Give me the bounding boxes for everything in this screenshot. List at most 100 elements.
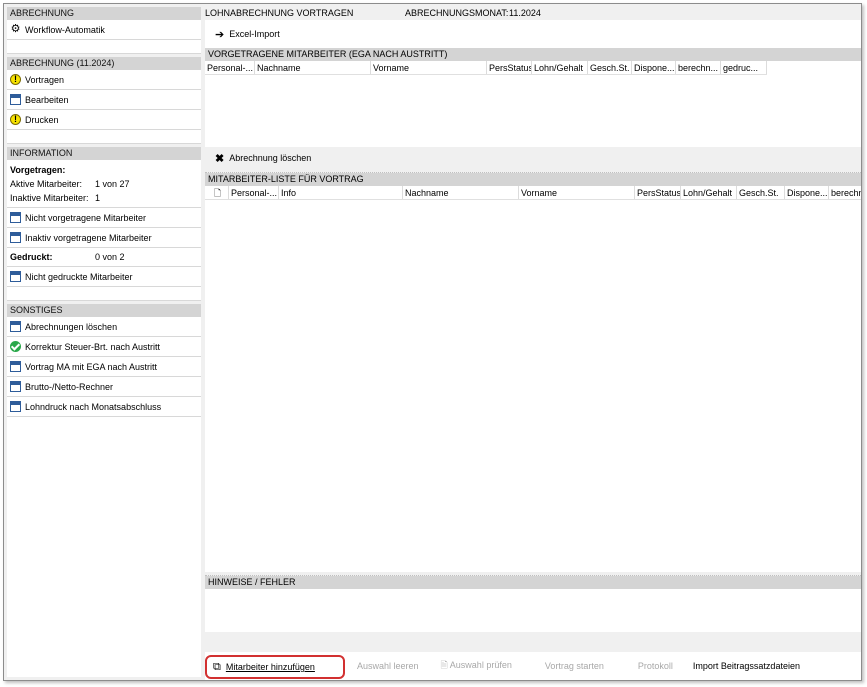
left-sidebar: ABRECHNUNG ⚙ Workflow-Automatik ABRECHNU… (7, 7, 201, 677)
inaktiv-vorgetragene-item[interactable]: Inaktiv vorgetragene Mitarbeiter (7, 228, 201, 248)
grid1-col-personal[interactable]: Personal-... (205, 61, 255, 74)
aktive-mitarbeiter-label: Aktive Mitarbeiter: (10, 179, 83, 189)
auswahl-pruefen-button[interactable]: 🗎 Auswahl prüfen (441, 658, 512, 674)
hinweise-panel (205, 589, 861, 632)
file-icon[interactable]: 🗋 (205, 186, 229, 199)
section-header-abrechnung-month: ABRECHNUNG (11.2024) (7, 57, 201, 70)
drucken-item[interactable]: Drucken (7, 110, 201, 130)
excel-toolbar: ➔ Excel-Import (205, 20, 861, 48)
aktive-mitarbeiter-row: Aktive Mitarbeiter: 1 von 27 (10, 177, 198, 191)
brutto-netto-label: Brutto-/Netto-Rechner (25, 381, 114, 392)
grid1-header: VORGETRAGENE MITARBEITER (EGA NACH AUSTR… (205, 48, 861, 61)
application-window: ABRECHNUNG ⚙ Workflow-Automatik ABRECHNU… (3, 3, 862, 681)
sidebar-spacer (7, 40, 201, 54)
grid2-col-geschst[interactable]: Gesch.St. (737, 186, 785, 199)
grid1-col-gedruc[interactable]: gedruc... (721, 61, 767, 74)
gedruckt-box: Gedruckt: 0 von 2 (7, 248, 201, 267)
vortragen-item[interactable]: Vortragen (7, 70, 201, 90)
month-value: 11.2024 (509, 8, 541, 18)
sidebar-spacer (7, 130, 201, 144)
grid1-col-dispone[interactable]: Dispone... (632, 61, 676, 74)
lohndruck-item[interactable]: Lohndruck nach Monatsabschluss (7, 397, 201, 417)
warning-icon (10, 74, 21, 85)
vortragen-label: Vortragen (25, 74, 65, 85)
information-box: Vorgetragen: Aktive Mitarbeiter: 1 von 2… (7, 160, 201, 208)
grid1-col-lohn[interactable]: Lohn/Gehalt (532, 61, 588, 74)
section-header-abrechnung: ABRECHNUNG (7, 7, 201, 20)
vortrag-ma-item[interactable]: Vortrag MA mit EGA nach Austritt (7, 357, 201, 377)
inaktive-mitarbeiter-value: 1 (95, 193, 101, 203)
bottom-toolbar: ⧉ Mitarbeiter hinzufügen Auswahl leeren … (205, 652, 861, 680)
section-header-sonstiges: SONSTIGES (7, 304, 201, 317)
grid2-col-dispone[interactable]: Dispone... (785, 186, 829, 199)
workflow-automatik-item[interactable]: ⚙ Workflow-Automatik (7, 20, 201, 40)
auswahl-pruefen-label: Auswahl prüfen (449, 660, 512, 670)
excel-import-label: Excel-Import (229, 29, 280, 39)
grid1-panel: Personal-... Nachname Vorname PersStatus… (205, 61, 861, 147)
lohndruck-label: Lohndruck nach Monatsabschluss (25, 401, 162, 412)
nicht-gedruckte-item[interactable]: Nicht gedruckte Mitarbeiter (7, 267, 201, 287)
close-icon: ✖ (215, 152, 225, 165)
gedruckt-row: Gedruckt: 0 von 2 (10, 250, 198, 264)
import-beitragssatzdateien-button[interactable]: Import Beitragssatzdateien (693, 661, 800, 671)
bearbeiten-item[interactable]: Bearbeiten (7, 90, 201, 110)
drucken-label: Drucken (25, 114, 59, 125)
page-title-bar: LOHNABRECHNUNG VORTRAGEN ABRECHNUNGSMONA… (205, 7, 861, 20)
korrektur-label: Korrektur Steuer-Brt. nach Austritt (25, 341, 161, 352)
inaktive-mitarbeiter-label: Inaktive Mitarbeiter: (10, 193, 89, 203)
aktive-mitarbeiter-value: 1 von 27 (95, 179, 130, 189)
abrechnungen-loeschen-item[interactable]: Abrechnungen löschen (7, 317, 201, 337)
check-document-icon: 🗎 (440, 660, 450, 670)
protokoll-button[interactable]: Protokoll (638, 661, 673, 671)
gedruckt-label: Gedruckt: (10, 252, 53, 262)
grid2-header: MITARBEITER-LISTE FÜR VORTRAG (205, 173, 861, 186)
arrow-right-icon: ➔ (215, 28, 225, 41)
workflow-automatik-label: Workflow-Automatik (25, 24, 105, 35)
inaktive-mitarbeiter-row: Inaktive Mitarbeiter: 1 (10, 191, 198, 205)
mitarbeiter-hinzufuegen-label: Mitarbeiter hinzufügen (225, 662, 315, 672)
korrektur-item[interactable]: Korrektur Steuer-Brt. nach Austritt (7, 337, 201, 357)
window-icon (10, 321, 21, 332)
brutto-netto-item[interactable]: Brutto-/Netto-Rechner (7, 377, 201, 397)
grid2-col-nachname[interactable]: Nachname (403, 186, 519, 199)
section-header-information: INFORMATION (7, 147, 201, 160)
hinweise-header: HINWEISE / FEHLER (205, 576, 861, 589)
month-label: ABRECHNUNGSMONAT: (405, 8, 509, 18)
grid2-column-headers: 🗋 Personal-... Info Nachname Vorname Per… (205, 186, 861, 200)
grid2-panel: 🗋 Personal-... Info Nachname Vorname Per… (205, 186, 861, 572)
window-icon (10, 381, 21, 392)
grid2-col-persstatus[interactable]: PersStatus (635, 186, 681, 199)
window-icon (10, 271, 21, 282)
abrechnungen-loeschen-label: Abrechnungen löschen (25, 321, 118, 332)
vorgetragen-label: Vorgetragen: (10, 165, 66, 175)
mitarbeiter-hinzufuegen-button[interactable]: ⧉ Mitarbeiter hinzufügen (205, 655, 345, 679)
grid1-col-vorname[interactable]: Vorname (371, 61, 487, 74)
excel-import-button[interactable]: ➔ Excel-Import (215, 28, 280, 41)
nicht-gedruckte-label: Nicht gedruckte Mitarbeiter (25, 271, 133, 282)
window-icon (10, 361, 21, 372)
grid1-toolbar: ✖ Abrechnung löschen (205, 147, 861, 169)
auswahl-leeren-button[interactable]: Auswahl leeren (357, 661, 419, 671)
warning-icon (10, 114, 21, 125)
grid2-col-lohn[interactable]: Lohn/Gehalt (681, 186, 737, 199)
grid1-col-berechn[interactable]: berechn... (676, 61, 721, 74)
check-circle-icon (10, 341, 21, 352)
window-icon (10, 94, 21, 105)
nicht-vorgetragene-label: Nicht vorgetragene Mitarbeiter (25, 212, 147, 223)
grid2-col-berechn[interactable]: berechn (829, 186, 861, 199)
sidebar-spacer (7, 287, 201, 301)
window-icon (10, 232, 21, 243)
abrechnung-loeschen-button[interactable]: ✖ Abrechnung löschen (215, 152, 311, 165)
grid2-col-personal[interactable]: Personal-... (229, 186, 279, 199)
grid1-col-persstatus[interactable]: PersStatus (487, 61, 532, 74)
vortrag-ma-label: Vortrag MA mit EGA nach Austritt (25, 361, 158, 372)
sidebar-empty-area (7, 417, 201, 677)
grid2-col-vorname[interactable]: Vorname (519, 186, 635, 199)
grid2-col-info[interactable]: Info (279, 186, 403, 199)
nicht-vorgetragene-item[interactable]: Nicht vorgetragene Mitarbeiter (7, 208, 201, 228)
grid1-col-geschst[interactable]: Gesch.St. (588, 61, 632, 74)
gedruckt-value: 0 von 2 (95, 252, 125, 262)
grid1-col-nachname[interactable]: Nachname (255, 61, 371, 74)
vortrag-starten-button[interactable]: Vortrag starten (545, 661, 604, 671)
inaktiv-vorgetragene-label: Inaktiv vorgetragene Mitarbeiter (25, 232, 152, 243)
